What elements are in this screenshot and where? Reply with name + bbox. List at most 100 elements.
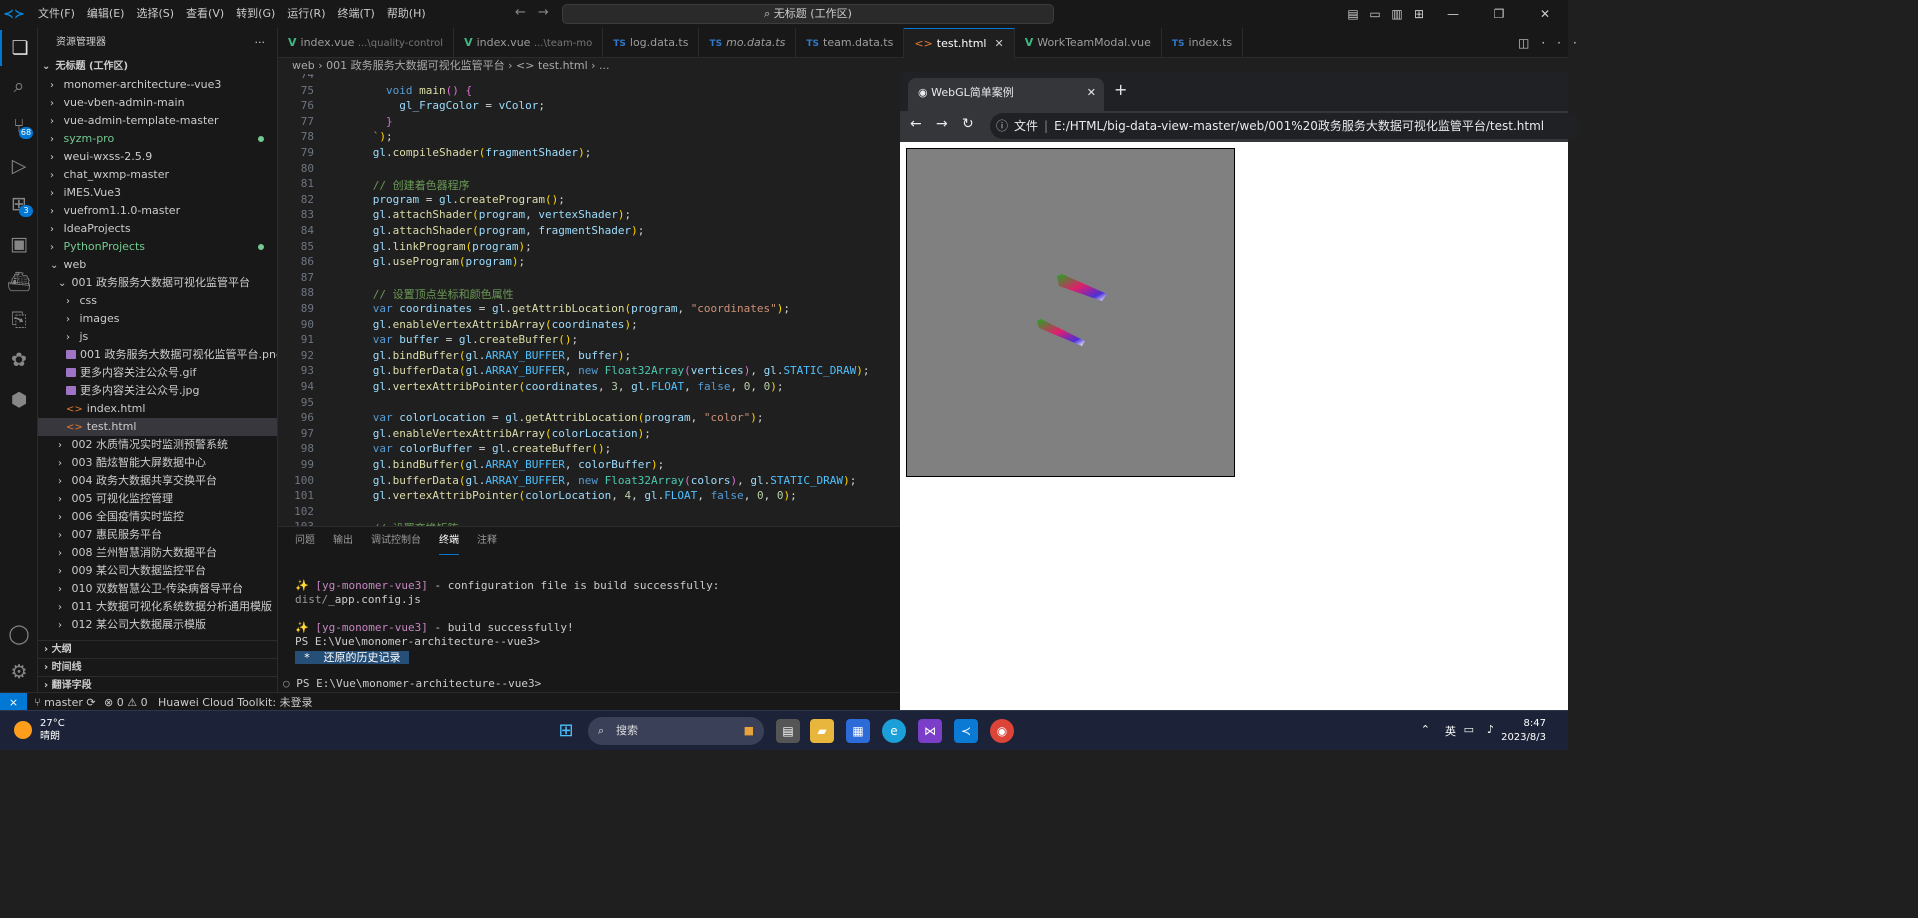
new-tab-icon[interactable]: + [1114,80,1127,99]
translate-icon[interactable]: ⎘ [0,302,38,338]
remote-explorer-icon[interactable]: ▣ [0,226,38,262]
toolkit-icon[interactable]: ⬢ [0,382,38,418]
editor-tab[interactable]: TS team.data.ts [796,28,905,58]
editor-tab[interactable]: TS index.ts [1162,28,1244,58]
editor-tab[interactable]: <> test.html ✕ [904,28,1015,58]
explorer-icon[interactable]: ❏ [0,30,38,66]
editor-tab[interactable]: Vindex.vue ...\quality-control [278,28,455,58]
manage-gear-icon[interactable]: ⚙ [0,654,38,690]
tree-item[interactable]: › syzm-pro [38,130,277,148]
minimize-button[interactable]: — [1430,7,1476,21]
tree-item[interactable]: › css [38,292,277,310]
accounts-icon[interactable]: ◯ [0,616,38,652]
browser-forward-icon[interactable]: → [936,116,948,132]
editor-tab[interactable]: V WorkTeamModal.vue [1015,28,1162,58]
command-center-search[interactable]: ⌕ 无标题 (工作区) [562,4,1054,24]
restore-button[interactable]: ❐ [1476,7,1522,21]
tree-item[interactable]: 更多内容关注公众号.gif [38,364,277,382]
tray-expand-icon[interactable]: ⌃ [1421,723,1430,736]
weather-widget[interactable]: 27°C 晴朗 [14,717,65,743]
search-icon[interactable]: ⌕ [0,68,38,104]
tree-item[interactable]: › 011 大数据可视化系统数据分析通用模版 [38,598,277,616]
chrome-icon[interactable]: ◉ [990,719,1014,743]
editor-tab[interactable]: TS log.data.ts [603,28,700,58]
vscode-taskbar-icon[interactable]: ≺ [954,719,978,743]
tree-item[interactable]: <> index.html [38,400,277,418]
tree-item[interactable]: › js [38,328,277,346]
tree-item[interactable]: › IdeaProjects [38,220,277,238]
close-tab-icon[interactable]: ✕ [1087,78,1096,107]
toggle-sidebar-icon[interactable]: ▤ [1342,7,1364,21]
split-editor-icon[interactable]: ◫ [1518,36,1541,50]
menu-item[interactable]: 编辑(E) [81,0,131,28]
visual-studio-icon[interactable]: ⋈ [918,719,942,743]
reload-icon[interactable]: ↻ [962,116,974,132]
tree-item[interactable]: 更多内容关注公众号.jpg [38,382,277,400]
code-editor[interactable]: 74 75 void main() {76 gl_FragColor = vCol… [278,74,900,526]
network-icon[interactable]: ▭ [1464,723,1474,736]
tree-item[interactable]: ⌄ web [38,256,277,274]
info-icon[interactable]: ⓘ [996,119,1008,133]
tree-item[interactable]: › weui-wxss-2.5.9 [38,148,277,166]
source-control-icon[interactable]: ⑂ 68 [0,108,38,144]
sidebar-section-header[interactable]: › 翻译字段 [38,676,277,692]
editor-tab[interactable]: Vindex.vue ...\team-mo [454,28,604,58]
webgl-canvas[interactable] [906,148,1235,477]
back-arrow-icon[interactable]: ← [515,5,526,20]
tree-item[interactable]: › monomer-architecture--vue3 [38,76,277,94]
workspace-root[interactable]: ⌄ 无标题 (工作区) [38,58,277,76]
address-bar[interactable]: ⓘ 文件 | E:/HTML/big-data-view-master/web/001… [990,113,1580,139]
tree-item[interactable]: › 009 某公司大数据监控平台 [38,562,277,580]
tree-item[interactable]: › vuefrom1.1.0-master [38,202,277,220]
sidebar-section-header[interactable]: › 大纲 [38,640,277,658]
task-view-icon[interactable]: ▤ [776,719,800,743]
panel-tab[interactable]: 调试控制台 [371,527,421,555]
menu-item[interactable]: 文件(F) [32,0,81,28]
huawei-icon[interactable]: ✿ [0,342,38,378]
tree-item[interactable]: › 007 惠民服务平台 [38,526,277,544]
forward-arrow-icon[interactable]: → [538,5,549,20]
close-window-button[interactable]: ✕ [1522,7,1568,21]
tree-item[interactable]: › 005 可视化监控管理 [38,490,277,508]
clock[interactable]: 8:47 2023/8/3 [1501,717,1546,745]
tree-item[interactable]: › 008 兰州智慧消防大数据平台 [38,544,277,562]
tree-item[interactable]: <> test.html [38,418,277,436]
panel-tab[interactable]: 问题 [295,527,315,555]
tree-item[interactable]: › PythonProjects [38,238,277,256]
panel-tab[interactable]: 终端 [439,527,459,555]
edge-icon[interactable]: e [882,719,906,743]
docker-icon[interactable]: ⛴ [0,264,38,300]
tree-item[interactable]: › 006 全国疫情实时监控 [38,508,277,526]
start-icon[interactable]: ⊞ [554,719,578,743]
tree-item[interactable]: › vue-vben-admin-main [38,94,277,112]
panel-tab[interactable]: 注释 [477,527,497,555]
menu-item[interactable]: 终端(T) [332,0,381,28]
file-explorer-icon[interactable]: ▰ [810,719,834,743]
toggle-panel-icon[interactable]: ▭ [1364,7,1386,21]
tree-item[interactable]: › 002 水质情况实时监测预警系统 [38,436,277,454]
tree-item[interactable]: › images [38,310,277,328]
menu-item[interactable]: 选择(S) [130,0,180,28]
tree-item[interactable]: 001 政务服务大数据可视化监管平台.png [38,346,277,364]
tree-item[interactable]: › vue-admin-template-master [38,112,277,130]
tree-item[interactable]: › iMES.Vue3 [38,184,277,202]
sidebar-section-header[interactable]: › 时间线 [38,658,277,676]
browser-tab[interactable]: ◉ WebGL简单案例 ✕ [908,78,1104,111]
tree-item[interactable]: ⌄ 001 政务服务大数据可视化监管平台 [38,274,277,292]
editor-more-icon[interactable]: ··· [1541,36,1588,50]
customize-layout-icon[interactable]: ⊞ [1408,7,1430,21]
ime-indicator[interactable]: 英 [1445,723,1456,739]
volume-icon[interactable]: ♪ [1487,723,1494,736]
menu-item[interactable]: 查看(V) [180,0,230,28]
store-icon[interactable]: ▦ [846,719,870,743]
close-tab-icon[interactable]: ✕ [994,37,1003,50]
browser-back-icon[interactable]: ← [910,116,922,132]
tree-item[interactable]: › 003 酷炫智能大屏数据中心 [38,454,277,472]
taskbar-search[interactable]: ⌕ 搜索 ■ [588,717,764,745]
tree-item[interactable]: › chat_wxmp-master [38,166,277,184]
menu-item[interactable]: 转到(G) [230,0,281,28]
panel-tab[interactable]: 输出 [333,527,353,555]
more-actions-icon[interactable]: ··· [255,28,266,58]
extensions-icon[interactable]: ⊞ 3 [0,186,38,222]
editor-tab[interactable]: TS mo.data.ts [699,28,797,58]
